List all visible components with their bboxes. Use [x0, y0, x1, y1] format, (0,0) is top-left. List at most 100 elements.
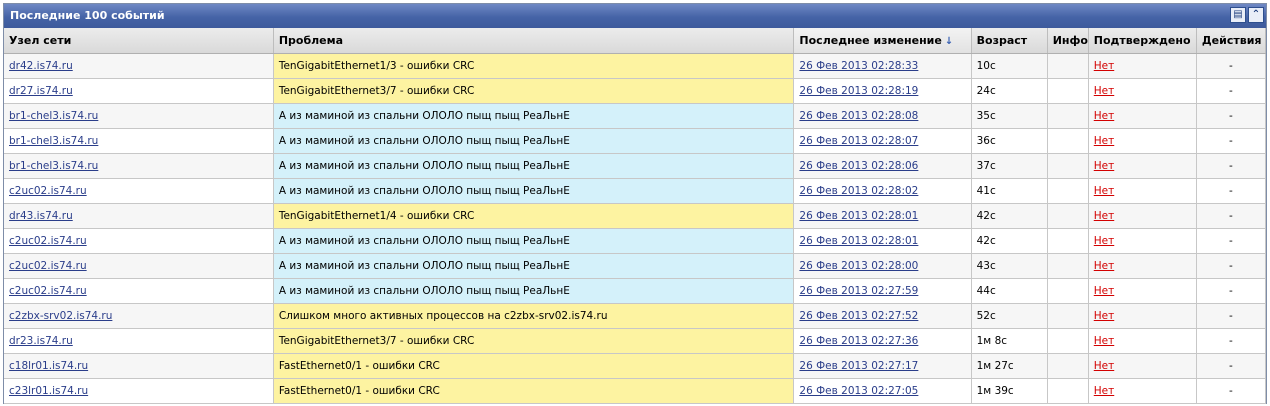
col-host[interactable]: Узел сети [4, 28, 274, 54]
actions-cell: - [1196, 303, 1267, 329]
host-link[interactable]: c2uc02.is74.ru [9, 260, 87, 272]
events-panel: Последние 100 событий ▤ ⌃ Узел сети Проб… [3, 3, 1267, 404]
last-change-cell: 26 Фев 2013 02:28:01 [793, 203, 972, 229]
table-row: dr27.is74.ru TenGigabitEthernet3/7 - ошиб… [4, 78, 1267, 104]
problem-cell: TenGigabitEthernet3/7 - ошибки CRC [273, 328, 795, 354]
age-cell: 44с [971, 278, 1048, 304]
host-link[interactable]: c18lr01.is74.ru [9, 360, 88, 372]
last-change-link[interactable]: 26 Фев 2013 02:28:19 [799, 85, 918, 97]
ack-link[interactable]: Нет [1094, 210, 1114, 222]
host-cell: dr42.is74.ru [4, 53, 274, 79]
col-actions[interactable]: Действия [1196, 28, 1267, 54]
host-link[interactable]: br1-chel3.is74.ru [9, 160, 98, 172]
host-cell: c23lr01.is74.ru [4, 378, 274, 404]
age-cell: 1м 8с [971, 328, 1048, 354]
table-row: dr23.is74.ru TenGigabitEthernet3/7 - ошиб… [4, 328, 1267, 354]
ack-link[interactable]: Нет [1094, 285, 1114, 297]
ack-link[interactable]: Нет [1094, 260, 1114, 272]
info-cell [1047, 78, 1089, 104]
last-change-link[interactable]: 26 Фев 2013 02:28:06 [799, 160, 918, 172]
host-cell: br1-chel3.is74.ru [4, 103, 274, 129]
actions-cell: - [1196, 378, 1267, 404]
problem-cell: А из маминой из спальни ОЛОЛО пыщ пыщ Ре… [273, 253, 795, 279]
ack-cell: Нет [1088, 253, 1197, 279]
info-cell [1047, 253, 1089, 279]
list-icon[interactable]: ▤ [1230, 7, 1246, 23]
ack-link[interactable]: Нет [1094, 110, 1114, 122]
last-change-link[interactable]: 26 Фев 2013 02:28:33 [799, 60, 918, 72]
last-change-cell: 26 Фев 2013 02:28:08 [793, 103, 972, 129]
host-link[interactable]: br1-chel3.is74.ru [9, 135, 98, 147]
last-change-link[interactable]: 26 Фев 2013 02:28:02 [799, 185, 918, 197]
last-change-link[interactable]: 26 Фев 2013 02:27:52 [799, 310, 918, 322]
host-link[interactable]: dr27.is74.ru [9, 85, 73, 97]
last-change-link[interactable]: 26 Фев 2013 02:28:01 [799, 210, 918, 222]
last-change-link[interactable]: 26 Фев 2013 02:28:07 [799, 135, 918, 147]
ack-link[interactable]: Нет [1094, 385, 1114, 397]
age-cell: 35с [971, 103, 1048, 129]
host-link[interactable]: c2uc02.is74.ru [9, 185, 87, 197]
col-ack[interactable]: Подтверждено [1088, 28, 1197, 54]
ack-link[interactable]: Нет [1094, 185, 1114, 197]
last-change-cell: 26 Фев 2013 02:27:59 [793, 278, 972, 304]
last-change-cell: 26 Фев 2013 02:28:33 [793, 53, 972, 79]
table-row: c2uc02.is74.ru А из маминой из спальни ОЛ… [4, 228, 1267, 254]
actions-cell: - [1196, 153, 1267, 179]
ack-link[interactable]: Нет [1094, 235, 1114, 247]
actions-cell: - [1196, 253, 1267, 279]
ack-cell: Нет [1088, 203, 1197, 229]
col-info[interactable]: Инфо [1047, 28, 1089, 54]
last-change-cell: 26 Фев 2013 02:27:52 [793, 303, 972, 329]
table-row: c23lr01.is74.ru FastEthernet0/1 - ошибки … [4, 378, 1267, 404]
last-change-cell: 26 Фев 2013 02:28:00 [793, 253, 972, 279]
age-cell: 43с [971, 253, 1048, 279]
actions-cell: - [1196, 78, 1267, 104]
host-cell: c2uc02.is74.ru [4, 278, 274, 304]
ack-link[interactable]: Нет [1094, 335, 1114, 347]
host-cell: c2uc02.is74.ru [4, 228, 274, 254]
ack-link[interactable]: Нет [1094, 360, 1114, 372]
actions-cell: - [1196, 178, 1267, 204]
last-change-link[interactable]: 26 Фев 2013 02:27:05 [799, 385, 918, 397]
ack-link[interactable]: Нет [1094, 60, 1114, 72]
last-change-cell: 26 Фев 2013 02:28:07 [793, 128, 972, 154]
host-link[interactable]: c2uc02.is74.ru [9, 285, 87, 297]
collapse-icon[interactable]: ⌃ [1248, 7, 1264, 23]
host-link[interactable]: c2zbx-srv02.is74.ru [9, 310, 112, 322]
sort-desc-icon: ↓ [944, 36, 954, 47]
actions-cell: - [1196, 53, 1267, 79]
actions-cell: - [1196, 353, 1267, 379]
last-change-cell: 26 Фев 2013 02:28:01 [793, 228, 972, 254]
ack-link[interactable]: Нет [1094, 310, 1114, 322]
problem-cell: TenGigabitEthernet1/4 - ошибки CRC [273, 203, 795, 229]
host-link[interactable]: dr23.is74.ru [9, 335, 73, 347]
last-change-link[interactable]: 26 Фев 2013 02:27:36 [799, 335, 918, 347]
col-last-change[interactable]: Последнее изменение ↓ [793, 28, 972, 54]
host-link[interactable]: c2uc02.is74.ru [9, 235, 87, 247]
last-change-link[interactable]: 26 Фев 2013 02:28:00 [799, 260, 918, 272]
age-cell: 42с [971, 203, 1048, 229]
host-cell: br1-chel3.is74.ru [4, 128, 274, 154]
last-change-link[interactable]: 26 Фев 2013 02:27:17 [799, 360, 918, 372]
ack-link[interactable]: Нет [1094, 85, 1114, 97]
last-change-link[interactable]: 26 Фев 2013 02:27:59 [799, 285, 918, 297]
host-link[interactable]: c23lr01.is74.ru [9, 385, 88, 397]
problem-cell: А из маминой из спальни ОЛОЛО пыщ пыщ Ре… [273, 278, 795, 304]
ack-cell: Нет [1088, 328, 1197, 354]
actions-cell: - [1196, 103, 1267, 129]
panel-title: Последние 100 событий [10, 9, 165, 22]
col-problem[interactable]: Проблема [273, 28, 795, 54]
last-change-link[interactable]: 26 Фев 2013 02:28:08 [799, 110, 918, 122]
problem-cell: FastEthernet0/1 - ошибки CRC [273, 378, 795, 404]
table-row: c2uc02.is74.ru А из маминой из спальни ОЛ… [4, 278, 1267, 304]
actions-cell: - [1196, 203, 1267, 229]
host-link[interactable]: dr42.is74.ru [9, 60, 73, 72]
ack-link[interactable]: Нет [1094, 160, 1114, 172]
info-cell [1047, 378, 1089, 404]
host-link[interactable]: br1-chel3.is74.ru [9, 110, 98, 122]
last-change-link[interactable]: 26 Фев 2013 02:28:01 [799, 235, 918, 247]
col-age[interactable]: Возраст [971, 28, 1048, 54]
ack-link[interactable]: Нет [1094, 135, 1114, 147]
host-link[interactable]: dr43.is74.ru [9, 210, 73, 222]
info-cell [1047, 178, 1089, 204]
